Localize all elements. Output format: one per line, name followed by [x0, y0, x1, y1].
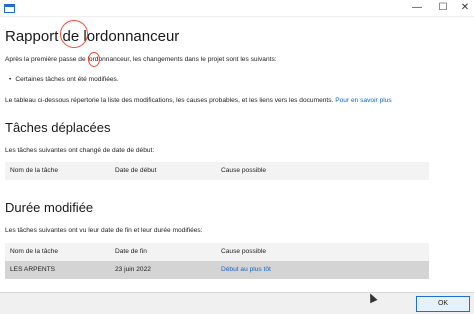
title-bar: — ☐ ✕	[0, 0, 474, 17]
learn-more-link[interactable]: Pour en savoir plus	[335, 97, 391, 104]
duration-changed-heading: Durée modifiée	[5, 200, 94, 215]
annotation-circle	[88, 52, 100, 67]
app-window-icon	[4, 4, 15, 13]
column-header[interactable]: Date de fin	[115, 243, 147, 261]
column-header[interactable]: Cause possible	[221, 162, 266, 180]
ok-button[interactable]: OK	[416, 296, 470, 312]
column-header[interactable]: Nom de la tâche	[10, 162, 58, 180]
bullet-text: Certaines tâches ont été modifiées.	[15, 76, 119, 83]
table-row[interactable]: LES ARPENTS 23 juin 2022 Début au plus t…	[5, 261, 429, 279]
duration-changed-table: Nom de la tâche Date de fin Cause possib…	[5, 243, 429, 279]
task-name-cell: LES ARPENTS	[10, 266, 56, 273]
close-icon[interactable]: ✕	[452, 0, 474, 16]
moved-tasks-table: Nom de la tâche Date de début Cause poss…	[5, 162, 429, 180]
column-header[interactable]: Nom de la tâche	[10, 243, 58, 261]
duration-changed-description: Les tâches suivantes ont vu leur date de…	[5, 227, 203, 234]
moved-tasks-description: Les tâches suivantes ont changé de date …	[5, 147, 155, 154]
end-date-cell: 23 juin 2022	[115, 266, 151, 273]
column-header[interactable]: Date de début	[115, 162, 156, 180]
table-header: Nom de la tâche Date de début Cause poss…	[5, 162, 429, 180]
dialog-footer: OK	[0, 292, 474, 314]
cause-link[interactable]: Début au plus tôt	[221, 261, 271, 279]
annotation-circle	[60, 20, 88, 48]
note-text: Le tableau ci-dessous répertorie la list…	[5, 97, 334, 104]
report-intro: Après la première passe de lordonnanceur…	[5, 56, 277, 63]
report-content: Rapport de lordonnanceur Après la premiè…	[0, 16, 474, 292]
bullet-item: • Certaines tâches ont été modifiées.	[9, 76, 119, 83]
column-header[interactable]: Cause possible	[221, 243, 266, 261]
report-note: Le tableau ci-dessous répertorie la list…	[5, 97, 392, 104]
table-header: Nom de la tâche Date de fin Cause possib…	[5, 243, 429, 261]
bullet-dot-icon: •	[9, 76, 12, 83]
minimize-icon[interactable]: —	[404, 0, 430, 16]
moved-tasks-heading: Tâches déplacées	[5, 120, 111, 135]
report-title: Rapport de lordonnanceur	[5, 28, 180, 45]
